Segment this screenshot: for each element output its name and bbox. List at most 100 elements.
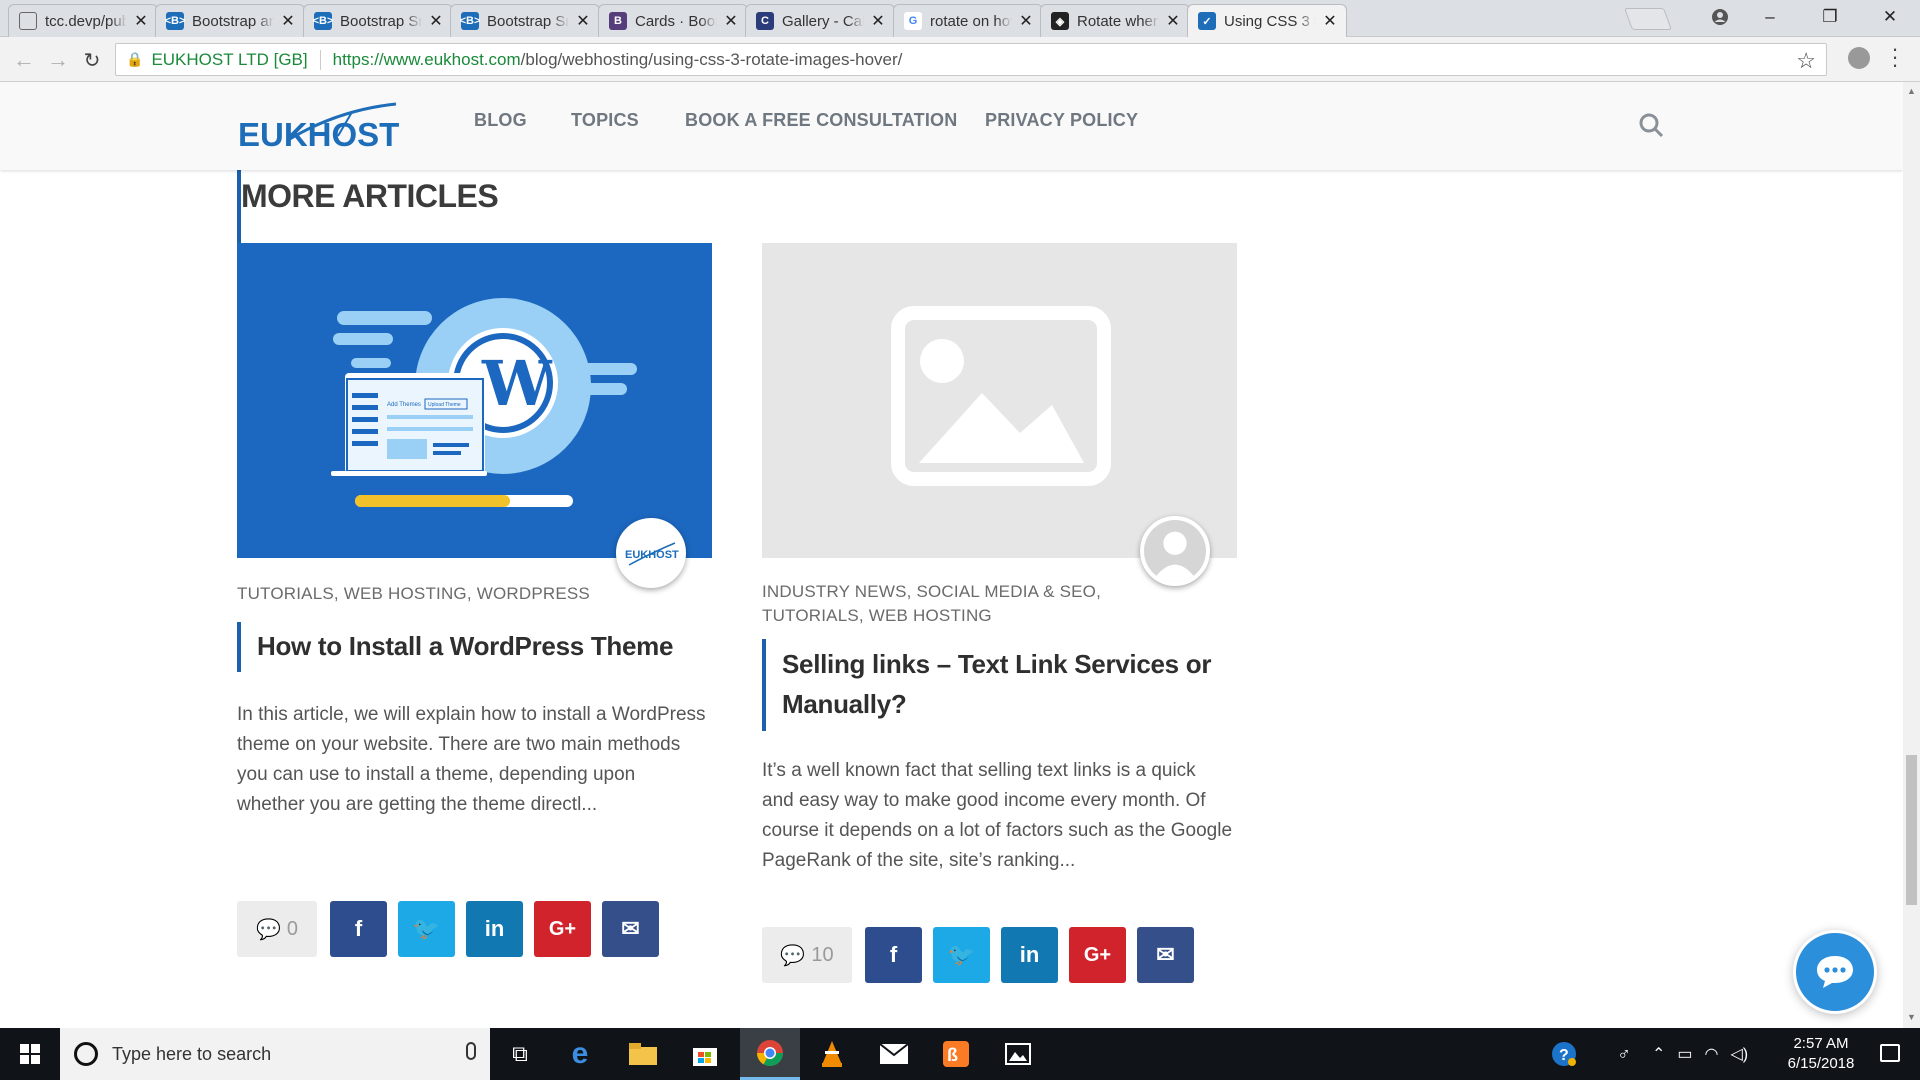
google-plus-share-button[interactable]: G+ xyxy=(1069,927,1126,983)
browser-menu-icon[interactable]: · · · xyxy=(1890,38,1900,76)
thumb-upload-theme: Upload Theme xyxy=(428,402,461,408)
close-tab-icon[interactable]: ✕ xyxy=(1018,11,1034,31)
close-tab-icon[interactable]: ✕ xyxy=(723,11,739,31)
bootsnipp-icon: <B> xyxy=(165,12,185,30)
browser-tab[interactable]: <B> Bootstrap Snippets ✕ xyxy=(303,4,453,37)
browser-tab[interactable]: ✓ Using CSS 3 to rotate ✕ xyxy=(1187,4,1347,37)
taskbar-clock[interactable]: 2:57 AM 6/15/2018 xyxy=(1766,1034,1876,1074)
close-tab-icon[interactable]: ✕ xyxy=(870,11,886,31)
search-icon[interactable] xyxy=(1638,112,1664,138)
restore-icon[interactable]: ❐ xyxy=(1800,0,1860,34)
article-thumbnail-2[interactable] xyxy=(762,243,1237,558)
browser-tab[interactable]: ◈ Rotate when hover ✕ xyxy=(1040,4,1190,37)
chrome-icon[interactable] xyxy=(740,1028,800,1080)
facebook-icon: f xyxy=(354,916,363,941)
site-header: EUKHOST BLOG TOPICS BOOK A FREE CONSULTA… xyxy=(0,82,1903,170)
scrollbar-thumb[interactable] xyxy=(1906,755,1917,905)
categories-1: TUTORIALS, WEB HOSTING, WORDPRESS xyxy=(237,584,590,603)
scroll-up-icon[interactable]: ▲ xyxy=(1907,86,1916,96)
linkedin-icon: in xyxy=(484,916,505,941)
mail-icon[interactable] xyxy=(864,1028,924,1080)
page-scrollbar[interactable]: ▲ ▼ xyxy=(1903,82,1920,1028)
close-tab-icon[interactable]: ✕ xyxy=(575,11,591,31)
system-tray: ⌃ ▭ ◠ ◁) xyxy=(1652,1028,1748,1080)
comments-count-button[interactable]: 💬 10 xyxy=(762,927,852,983)
task-view-icon[interactable]: ⧉ xyxy=(490,1028,550,1080)
article-thumbnail-1[interactable]: W Add Themes Upload Theme xyxy=(237,243,712,558)
minimize-icon[interactable]: – xyxy=(1740,0,1800,34)
category-link[interactable]: TUTORIALS xyxy=(762,606,859,625)
nav-topics[interactable]: TOPICS xyxy=(571,110,639,131)
twitter-share-button[interactable]: 🐦 xyxy=(933,927,990,983)
vlc-icon[interactable] xyxy=(802,1028,862,1080)
category-link[interactable]: SOCIAL MEDIA & SEO xyxy=(916,582,1096,601)
close-tab-icon[interactable]: ✕ xyxy=(1322,11,1338,31)
author-avatar-1[interactable]: EUKHOST xyxy=(616,518,686,588)
forward-icon[interactable]: → xyxy=(44,46,72,74)
title-block-2: Selling links – Text Link Services or Ma… xyxy=(762,639,1232,731)
close-window-icon[interactable]: ✕ xyxy=(1860,0,1920,34)
new-tab-button[interactable] xyxy=(1623,8,1673,30)
scroll-down-icon[interactable]: ▼ xyxy=(1907,1012,1916,1022)
bootsnipp-icon: <B> xyxy=(313,12,333,30)
xampp-icon[interactable]: ß xyxy=(926,1028,986,1080)
nav-privacy-policy[interactable]: PRIVACY POLICY xyxy=(985,110,1138,131)
svg-text:W: W xyxy=(481,347,553,420)
google-plus-share-button[interactable]: G+ xyxy=(534,901,591,957)
linkedin-share-button[interactable]: in xyxy=(1001,927,1058,983)
address-bar[interactable]: 🔒 EUKHOST LTD [GB] https://www.eukhost.c… xyxy=(115,43,1827,76)
email-share-button[interactable]: ✉ xyxy=(602,901,659,957)
svg-text:?: ? xyxy=(1559,1047,1569,1064)
author-avatar-2[interactable] xyxy=(1140,516,1210,586)
facebook-share-button[interactable]: f xyxy=(330,901,387,957)
category-link[interactable]: WEB HOSTING xyxy=(869,606,992,625)
microphone-icon[interactable] xyxy=(466,1042,476,1060)
action-center-icon[interactable] xyxy=(1880,1044,1900,1062)
edge-icon[interactable]: e xyxy=(550,1028,610,1080)
tab-title: Bootstrap Snippets xyxy=(487,12,569,30)
clock-date: 6/15/2018 xyxy=(1787,1055,1855,1072)
category-link[interactable]: INDUSTRY NEWS xyxy=(762,582,907,601)
close-tab-icon[interactable]: ✕ xyxy=(133,11,149,31)
article-title-1[interactable]: How to Install a WordPress Theme xyxy=(257,622,707,666)
help-icon[interactable]: ? xyxy=(1534,1028,1594,1080)
tray-chevron-icon[interactable]: ⌃ xyxy=(1652,1044,1665,1064)
battery-icon[interactable]: ▭ xyxy=(1677,1044,1692,1064)
browser-tab[interactable]: B Cards · Bootstrap ✕ xyxy=(598,4,748,37)
wifi-icon[interactable]: ◠ xyxy=(1705,1044,1719,1064)
bookmark-star-icon[interactable]: ☆ xyxy=(1796,48,1816,74)
nav-blog[interactable]: BLOG xyxy=(474,110,527,131)
volume-icon[interactable]: ◁) xyxy=(1731,1044,1749,1064)
store-icon[interactable] xyxy=(675,1028,735,1080)
close-tab-icon[interactable]: ✕ xyxy=(428,11,444,31)
browser-tab[interactable]: tcc.devp/public/ ✕ xyxy=(8,4,158,37)
start-button[interactable] xyxy=(0,1028,60,1080)
nav-book-consultation[interactable]: BOOK A FREE CONSULTATION xyxy=(685,110,957,131)
article-title-2[interactable]: Selling links – Text Link Services or Ma… xyxy=(782,639,1232,724)
linkedin-share-button[interactable]: in xyxy=(466,901,523,957)
comments-count-button[interactable]: 💬 0 xyxy=(237,901,317,957)
reload-icon[interactable]: ↻ xyxy=(78,46,106,74)
back-icon[interactable]: ← xyxy=(10,46,38,74)
twitter-share-button[interactable]: 🐦 xyxy=(398,901,455,957)
chat-widget-button[interactable] xyxy=(1793,930,1877,1014)
taskbar-search-box[interactable]: Type here to search xyxy=(60,1028,490,1080)
browser-tab[interactable]: <B> Bootstrap Snippets ✕ xyxy=(450,4,600,37)
close-tab-icon[interactable]: ✕ xyxy=(1165,11,1181,31)
google-plus-icon: G+ xyxy=(548,917,577,940)
photos-icon[interactable] xyxy=(988,1028,1048,1080)
facebook-share-button[interactable]: f xyxy=(865,927,922,983)
site-logo[interactable]: EUKHOST xyxy=(238,102,399,156)
category-link[interactable]: WORDPRESS xyxy=(477,584,590,603)
close-tab-icon[interactable]: ✕ xyxy=(280,11,296,31)
category-link[interactable]: TUTORIALS xyxy=(237,584,334,603)
browser-tab[interactable]: Grotate on hover ✕ xyxy=(893,4,1043,37)
browser-tab[interactable]: <B> Bootstrap and jQuery ✕ xyxy=(155,4,305,37)
people-icon[interactable]: ♂ xyxy=(1594,1028,1654,1080)
file-explorer-icon[interactable] xyxy=(613,1028,673,1080)
comment-count: 10 xyxy=(811,943,834,966)
browser-tab[interactable]: C Gallery - Calltoidea ✕ xyxy=(745,4,895,37)
category-link[interactable]: WEB HOSTING xyxy=(344,584,467,603)
email-share-button[interactable]: ✉ xyxy=(1137,927,1194,983)
extension-icon[interactable] xyxy=(1848,47,1870,69)
